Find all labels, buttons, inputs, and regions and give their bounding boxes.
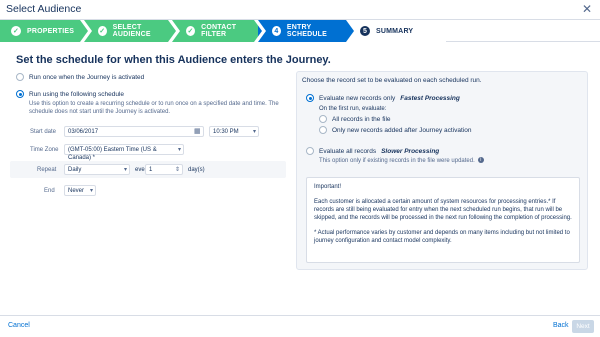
- modal-footer: Cancel Back Next: [0, 315, 600, 337]
- start-date-label: Start date: [30, 129, 57, 135]
- end-select[interactable]: Never ▾: [64, 185, 96, 196]
- repeat-value: Daily: [68, 167, 82, 173]
- modal-header: Select Audience ✕: [0, 0, 600, 20]
- radio-run-schedule[interactable]: [16, 90, 24, 98]
- evaluate-all-option[interactable]: Evaluate all records Slower Processing: [306, 147, 439, 155]
- evaluate-all-label: Evaluate all records: [319, 147, 377, 155]
- every-value: 1: [149, 167, 153, 173]
- every-unit: day(s): [188, 167, 205, 173]
- back-button[interactable]: Back: [553, 322, 569, 329]
- info-icon[interactable]: i: [477, 157, 484, 164]
- note-footnote: * Actual performance varies by customer …: [314, 230, 570, 244]
- schedule-help: Use this option to create a recurring sc…: [29, 101, 279, 115]
- radio-evaluate-new[interactable]: [306, 94, 314, 102]
- start-time-select[interactable]: 10:30 PM ▾: [209, 126, 259, 137]
- timezone-select[interactable]: (GMT-05:00) Eastern Time (US & Canada) *…: [64, 144, 184, 161]
- stepper-arrows-icon[interactable]: ⇕: [175, 166, 180, 174]
- start-date-input[interactable]: 03/06/2017: [64, 126, 204, 137]
- note-body: Each customer is allocated a certain amo…: [314, 199, 572, 221]
- radio-evaluate-all[interactable]: [306, 147, 314, 155]
- first-run-label: On the first run, evaluate:: [319, 106, 387, 112]
- chevron-down-icon: ▾: [177, 147, 181, 153]
- evaluate-new-label: Evaluate new records only: [319, 94, 396, 102]
- run-schedule-option[interactable]: Run using the following schedule: [16, 90, 124, 98]
- close-icon[interactable]: ✕: [582, 2, 592, 16]
- repeat-select[interactable]: Daily ▾: [64, 164, 130, 175]
- evaluation-title: Choose the record set to be evaluated on…: [302, 77, 482, 84]
- slower-processing-tag: Slower Processing: [381, 147, 440, 155]
- first-run-all-option[interactable]: All records in the file: [319, 115, 391, 123]
- cancel-button[interactable]: Cancel: [8, 322, 30, 329]
- note-heading: Important!: [314, 184, 342, 190]
- evaluate-all-help: This option only if existing records in …: [319, 157, 484, 165]
- chevron-separator: [80, 20, 92, 42]
- end-value: Never: [68, 188, 85, 194]
- evaluate-all-help-text: This option only if existing records in …: [319, 158, 475, 164]
- timezone-value: (GMT-05:00) Eastern Time (US & Canada) *: [68, 147, 157, 161]
- progress-steps: ✓ PROPERTIES ✓ SELECT AUDIENCE ✓ CONTACT…: [0, 20, 600, 42]
- calendar-icon[interactable]: ▦: [194, 127, 201, 135]
- run-once-option[interactable]: Run once when the Journey is activated: [16, 73, 144, 81]
- first-run-all-label: All records in the file: [332, 115, 391, 123]
- run-once-label: Run once when the Journey is activated: [29, 73, 145, 81]
- repeat-label: Repeat: [37, 167, 57, 173]
- next-button[interactable]: Next: [572, 320, 594, 333]
- chevron-tip: [346, 20, 354, 42]
- important-note: Important! Each customer is allocated a …: [306, 177, 580, 263]
- chevron-down-icon: ▾: [123, 167, 127, 173]
- first-run-new-option[interactable]: Only new records added after Journey act…: [319, 126, 471, 134]
- first-run-new-label: Only new records added after Journey act…: [332, 126, 472, 134]
- chevron-separator: [254, 20, 266, 42]
- radio-run-once[interactable]: [16, 73, 24, 81]
- step-chevrons: [80, 20, 354, 42]
- fastest-processing-tag: Fastest Processing: [400, 94, 460, 102]
- radio-first-run-new[interactable]: [319, 126, 327, 134]
- end-label: End: [44, 188, 55, 194]
- modal-title: Select Audience: [6, 3, 82, 15]
- radio-first-run-all[interactable]: [319, 115, 327, 123]
- evaluation-panel: Choose the record set to be evaluated on…: [296, 71, 588, 270]
- chevron-down-icon: ▾: [252, 129, 256, 135]
- evaluate-new-option[interactable]: Evaluate new records only Fastest Proces…: [306, 94, 460, 102]
- run-schedule-label: Run using the following schedule: [29, 90, 125, 98]
- chevron-separator: [168, 20, 180, 42]
- every-stepper[interactable]: 1 ⇕: [145, 164, 183, 175]
- timezone-label: Time Zone: [30, 147, 59, 153]
- page-title: Set the schedule for when this Audience …: [16, 54, 331, 66]
- start-time-value: 10:30 PM: [213, 129, 239, 135]
- chevron-down-icon: ▾: [89, 188, 93, 194]
